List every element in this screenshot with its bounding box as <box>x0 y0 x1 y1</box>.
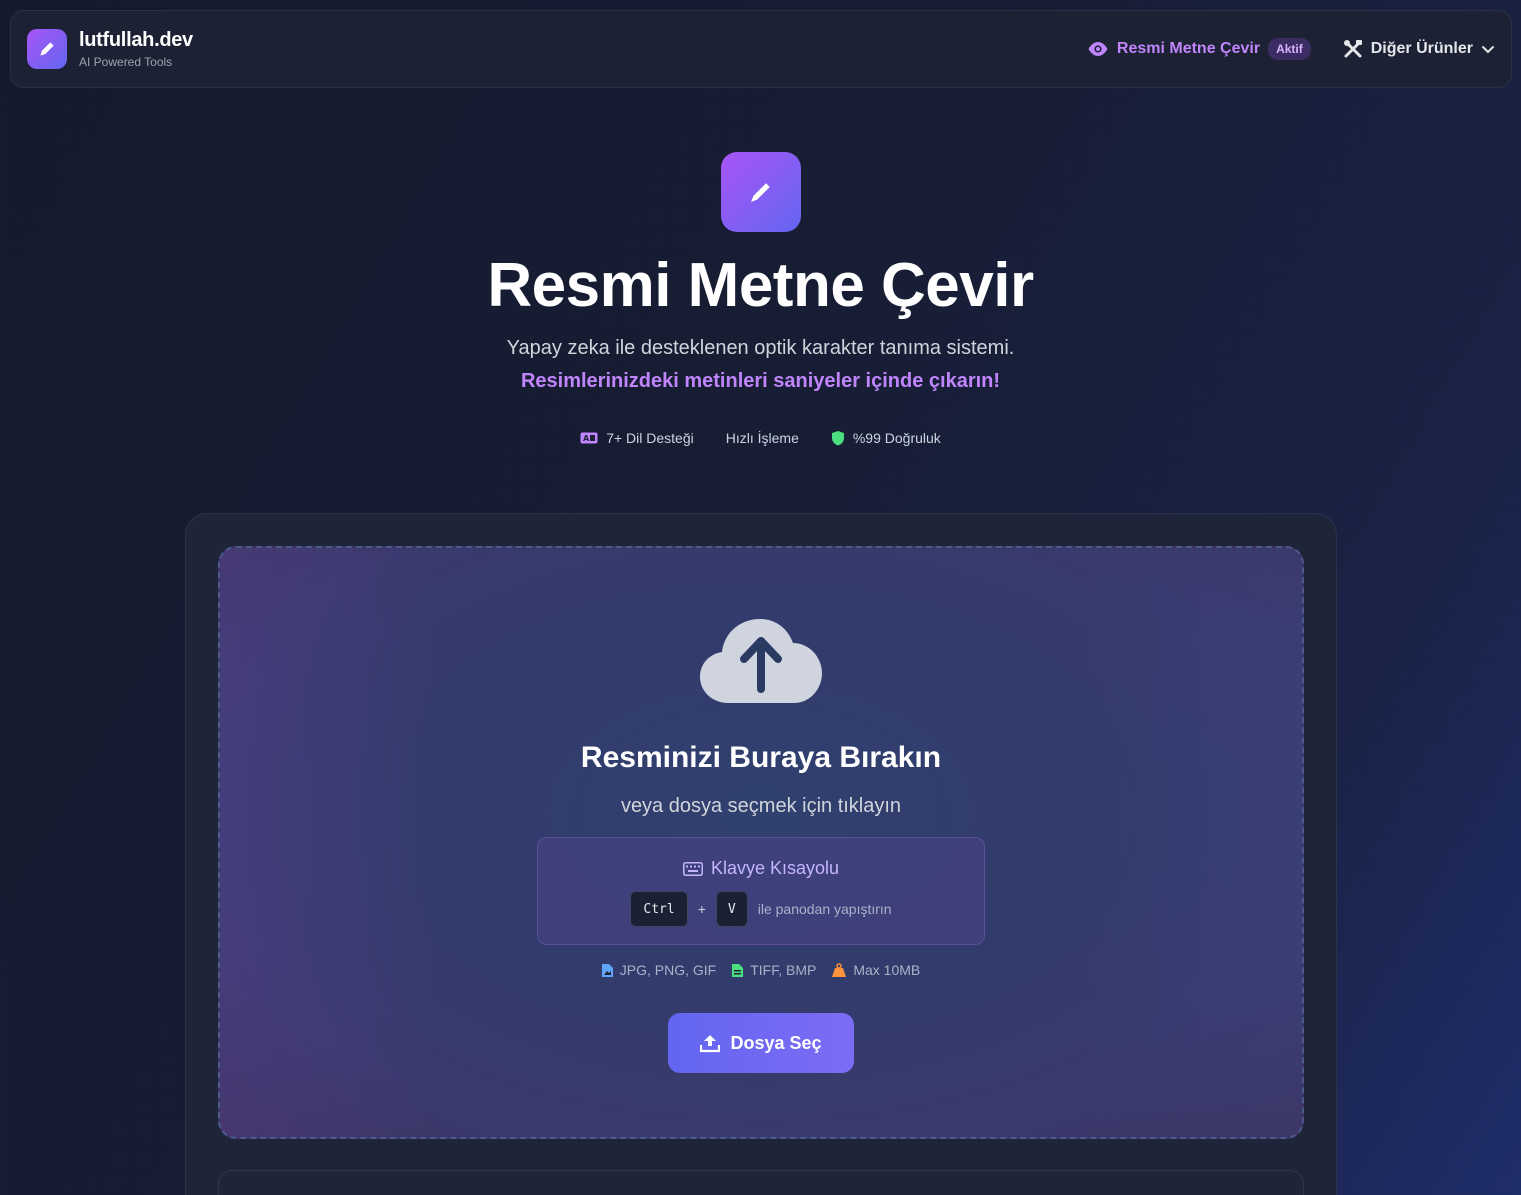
brand-subtitle: AI Powered Tools <box>79 55 173 69</box>
cloud-upload-icon <box>700 619 822 703</box>
hero-accent-text: Resimlerinizdeki metinleri saniyeler içi… <box>520 370 1001 392</box>
hero-description: Yapay zeka ile desteklenen optik karakte… <box>506 337 1015 359</box>
svg-text:A: A <box>583 434 590 443</box>
pencil-icon <box>751 183 770 202</box>
hero-logo <box>721 152 801 232</box>
feature-language: A 7+ Dil Desteği <box>580 430 694 446</box>
kbd-ctrl: Ctrl <box>630 891 688 927</box>
eye-icon <box>1088 42 1108 56</box>
pencil-icon <box>40 42 54 56</box>
feature-label: Hızlı İşleme <box>725 430 799 446</box>
format-label: TIFF, BMP <box>750 962 817 978</box>
brand-logo <box>27 29 67 69</box>
active-badge: Aktif <box>1268 38 1311 60</box>
feature-accuracy: %99 Doğruluk <box>831 430 941 446</box>
weight-icon <box>832 963 847 977</box>
image-file-icon <box>601 964 613 977</box>
shield-icon <box>831 431 844 446</box>
shortcut-title: Klavye Kısayolu <box>710 858 840 878</box>
format-label: Max 10MB <box>853 962 921 978</box>
document-file-icon <box>732 964 744 977</box>
kbd-v: V <box>715 891 748 927</box>
other-products-label: Diğer Ürünler <box>1370 40 1473 57</box>
format-docs: TIFF, BMP <box>732 962 816 978</box>
chevron-down-icon <box>1482 46 1494 54</box>
feature-speed: Hızlı İşleme <box>726 430 799 446</box>
format-label: JPG, PNG, GIF <box>619 962 717 978</box>
nav-item-resmi-metne-cevir[interactable]: Resmi Metne Çevir Aktif <box>1087 38 1311 60</box>
format-images: JPG, PNG, GIF <box>601 962 717 978</box>
upload-icon <box>700 1035 721 1053</box>
format-size: Max 10MB <box>832 962 920 978</box>
keyboard-icon <box>682 861 703 876</box>
choose-file-button[interactable]: Dosya Seç <box>668 1013 854 1073</box>
kbd-plus: + <box>697 901 706 917</box>
keyboard-shortcut-box: Klavye Kısayolu Ctrl + V ile panodan yap… <box>537 837 985 945</box>
nav-item-label: Resmi Metne Çevir <box>1116 40 1261 57</box>
shortcut-description: ile panodan yapıştırın <box>757 901 892 917</box>
page-title: Resmi Metne Çevir <box>487 251 1034 320</box>
other-products-dropdown[interactable]: Diğer Ürünler <box>1343 39 1495 59</box>
feature-label: %99 Doğruluk <box>852 430 941 446</box>
choose-file-label: Dosya Seç <box>730 1032 822 1053</box>
dropzone-subtitle: veya dosya seçmek için tıklayın <box>620 795 902 817</box>
feature-label: 7+ Dil Desteği <box>606 430 694 446</box>
dropzone-title: Resminizi Buraya Bırakın <box>580 741 942 774</box>
top-navbar: lutfullah.dev AI Powered Tools Resmi Met… <box>10 10 1512 88</box>
result-panel <box>218 1170 1304 1195</box>
feature-list: A 7+ Dil Desteği Hızlı İşleme %99 Doğrul… <box>0 430 1521 446</box>
language-icon: A <box>580 432 598 444</box>
tools-icon <box>1343 40 1362 58</box>
brand-name: lutfullah.dev <box>79 29 193 51</box>
brand[interactable]: lutfullah.dev AI Powered Tools <box>27 29 193 69</box>
supported-formats: JPG, PNG, GIF TIFF, BMP Max 10MB <box>218 962 1304 978</box>
